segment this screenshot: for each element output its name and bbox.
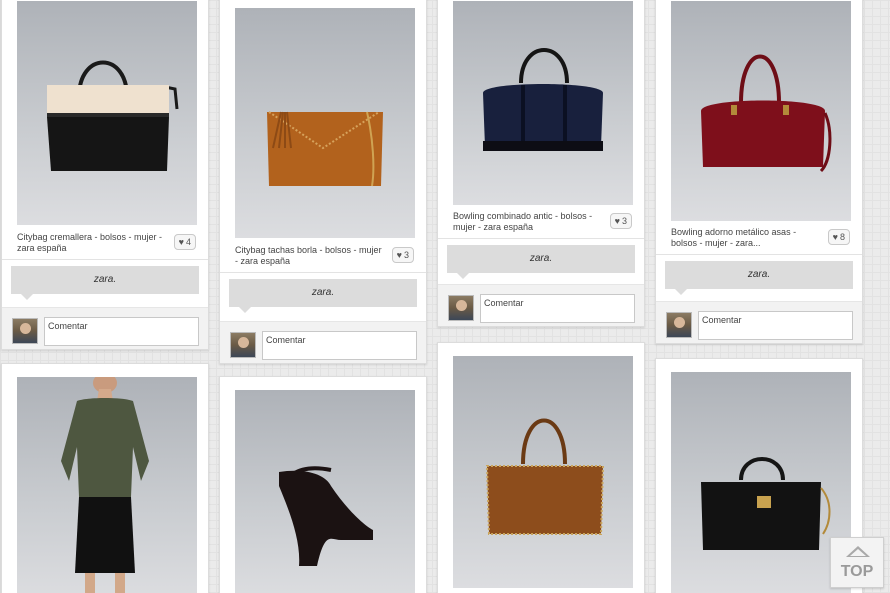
- navy-bowling-bag-image: [483, 48, 603, 151]
- source-link[interactable]: zara.: [11, 266, 199, 300]
- source-link[interactable]: zara.: [447, 245, 635, 279]
- source-area: zara.: [220, 272, 426, 323]
- pin-description: Citybag cremallera - bolsos - mujer - za…: [17, 232, 163, 253]
- pin-image[interactable]: [235, 8, 415, 238]
- pin-card: [219, 376, 427, 593]
- pin-card: Citybag tachas borla - bolsos - mujer - …: [219, 0, 427, 364]
- comment-input[interactable]: Comentar: [698, 311, 853, 340]
- pin-card: [437, 342, 645, 593]
- like-button[interactable]: ♥ 3: [391, 247, 414, 263]
- like-button[interactable]: ♥ 4: [173, 234, 196, 250]
- comment-area: Comentar: [2, 307, 208, 349]
- avatar[interactable]: [12, 318, 38, 344]
- pin-image[interactable]: [453, 356, 633, 588]
- source-area: zara.: [438, 238, 644, 286]
- tan-studded-clutch-image: [267, 111, 383, 187]
- avatar[interactable]: [230, 332, 256, 358]
- model-green-sweater-image: [61, 377, 149, 593]
- pin-image[interactable]: [235, 390, 415, 593]
- pin-card: [1, 363, 209, 593]
- pin-card: Citybag cremallera - bolsos - mujer - za…: [1, 0, 209, 350]
- black-structured-handbag-image: [701, 457, 831, 550]
- like-button[interactable]: ♥ 3: [609, 213, 632, 229]
- pin-card: Bowling combinado antic - bolsos - mujer…: [437, 0, 645, 327]
- black-cream-tote-bag-image: [47, 60, 179, 171]
- comment-input[interactable]: Comentar: [44, 317, 199, 346]
- black-wedge-shoe-image: [279, 466, 373, 566]
- pin-description: Bowling adorno metálico asas - bolsos - …: [671, 227, 797, 248]
- like-count: 4: [185, 237, 191, 247]
- comment-area: Comentar: [220, 321, 426, 363]
- like-count: 3: [621, 216, 627, 226]
- like-count: 8: [839, 232, 845, 242]
- like-count: 3: [403, 250, 409, 260]
- avatar[interactable]: [448, 295, 474, 321]
- source-area: zara.: [2, 259, 208, 309]
- avatar[interactable]: [666, 312, 692, 338]
- heart-icon: ♥: [396, 250, 402, 260]
- top-label: TOP: [840, 563, 874, 580]
- scroll-to-top-button[interactable]: TOP: [830, 537, 884, 588]
- heart-icon: ♥: [178, 237, 184, 247]
- source-link[interactable]: zara.: [665, 261, 853, 295]
- pin-image[interactable]: [17, 1, 197, 225]
- pin-image[interactable]: [671, 372, 851, 593]
- comment-input[interactable]: Comentar: [262, 331, 417, 360]
- pin-description: Citybag tachas borla - bolsos - mujer - …: [235, 245, 382, 266]
- pin-card: Bowling adorno metálico asas - bolsos - …: [655, 0, 863, 344]
- burgundy-bowling-bag-image: [701, 54, 832, 173]
- heart-icon: ♥: [832, 232, 838, 242]
- pin-image[interactable]: [671, 1, 851, 221]
- arrow-up-icon: [846, 546, 870, 557]
- pin-image[interactable]: [17, 377, 197, 593]
- like-button[interactable]: ♥ 8: [827, 229, 850, 245]
- comment-area: Comentar: [656, 301, 862, 343]
- source-area: zara.: [656, 254, 862, 302]
- comment-input[interactable]: Comentar: [480, 294, 635, 323]
- pin-description: Bowling combinado antic - bolsos - mujer…: [453, 211, 593, 232]
- comment-area: Comentar: [438, 284, 644, 326]
- cognac-studded-tote-image: [485, 418, 605, 535]
- source-link[interactable]: zara.: [229, 279, 417, 313]
- pin-image[interactable]: [453, 1, 633, 205]
- heart-icon: ♥: [614, 216, 620, 226]
